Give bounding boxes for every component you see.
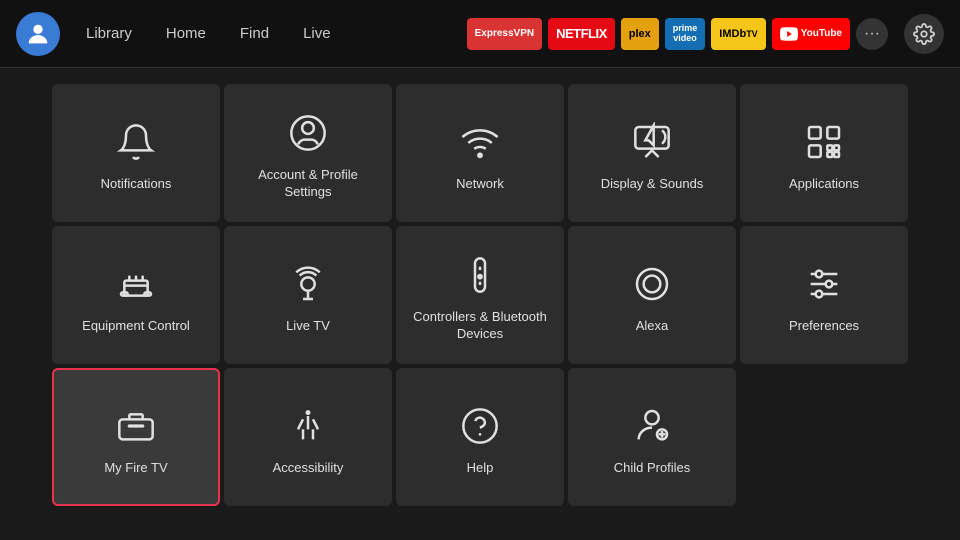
tile-help[interactable]: Help	[396, 368, 564, 506]
display-sound-icon	[628, 118, 676, 166]
netflix-shortcut[interactable]: NETFLIX	[548, 18, 615, 50]
tile-live-tv[interactable]: Live TV	[224, 226, 392, 364]
plex-shortcut[interactable]: plex	[621, 18, 659, 50]
accessibility-icon	[284, 402, 332, 450]
tile-notifications-label: Notifications	[101, 176, 172, 193]
settings-grid: Notifications Account & Profile Settings…	[52, 84, 908, 506]
tile-display-sounds-label: Display & Sounds	[601, 176, 704, 193]
nav-home[interactable]: Home	[152, 19, 220, 48]
youtube-shortcut[interactable]: YouTube	[772, 18, 850, 50]
sliders-icon	[800, 260, 848, 308]
nav-find[interactable]: Find	[226, 19, 283, 48]
tile-my-fire-tv-label: My Fire TV	[104, 460, 167, 477]
tile-account-profile[interactable]: Account & Profile Settings	[224, 84, 392, 222]
alexa-icon	[628, 260, 676, 308]
wifi-icon	[456, 118, 504, 166]
user-avatar[interactable]	[16, 12, 60, 56]
tile-accessibility-label: Accessibility	[273, 460, 344, 477]
person-circle-icon	[284, 109, 332, 157]
settings-button[interactable]	[904, 14, 944, 54]
applications-icon	[800, 118, 848, 166]
tile-display-sounds[interactable]: Display & Sounds	[568, 84, 736, 222]
tile-alexa[interactable]: Alexa	[568, 226, 736, 364]
top-navigation: Library Home Find Live ExpressVPN NETFLI…	[0, 0, 960, 68]
tile-child-profiles-label: Child Profiles	[614, 460, 691, 477]
tile-account-label: Account & Profile Settings	[234, 167, 382, 201]
tile-my-fire-tv[interactable]: My Fire TV	[52, 368, 220, 506]
tile-applications-label: Applications	[789, 176, 859, 193]
tile-controllers-bluetooth[interactable]: Controllers & Bluetooth Devices	[396, 226, 564, 364]
bell-icon	[112, 118, 160, 166]
prime-shortcut[interactable]: primevideo	[665, 18, 706, 50]
nav-live[interactable]: Live	[289, 19, 345, 48]
tile-preferences[interactable]: Preferences	[740, 226, 908, 364]
help-icon	[456, 402, 504, 450]
app-shortcuts: ExpressVPN NETFLIX plex primevideo IMDbT…	[467, 18, 888, 50]
tile-applications[interactable]: Applications	[740, 84, 908, 222]
tile-notifications[interactable]: Notifications	[52, 84, 220, 222]
imdb-shortcut[interactable]: IMDbTV	[711, 18, 765, 50]
tile-controllers-label: Controllers & Bluetooth Devices	[406, 309, 554, 343]
remote-icon	[456, 251, 504, 299]
tile-help-label: Help	[467, 460, 494, 477]
antenna-icon	[284, 260, 332, 308]
tile-child-profiles[interactable]: Child Profiles	[568, 368, 736, 506]
tile-network-label: Network	[456, 176, 504, 193]
fire-tv-icon	[112, 402, 160, 450]
tile-alexa-label: Alexa	[636, 318, 669, 335]
tile-equipment-control-label: Equipment Control	[82, 318, 190, 335]
child-profile-icon	[628, 402, 676, 450]
tile-accessibility[interactable]: Accessibility	[224, 368, 392, 506]
tile-equipment-control[interactable]: Equipment Control	[52, 226, 220, 364]
settings-area: Notifications Account & Profile Settings…	[0, 68, 960, 522]
nav-library[interactable]: Library	[72, 19, 146, 48]
tv-remote-icon	[112, 260, 160, 308]
tile-live-tv-label: Live TV	[286, 318, 330, 335]
tile-network[interactable]: Network	[396, 84, 564, 222]
tile-preferences-label: Preferences	[789, 318, 859, 335]
expressvpn-shortcut[interactable]: ExpressVPN	[467, 18, 542, 50]
more-apps-button[interactable]: ···	[856, 18, 888, 50]
nav-links: Library Home Find Live	[72, 19, 345, 48]
